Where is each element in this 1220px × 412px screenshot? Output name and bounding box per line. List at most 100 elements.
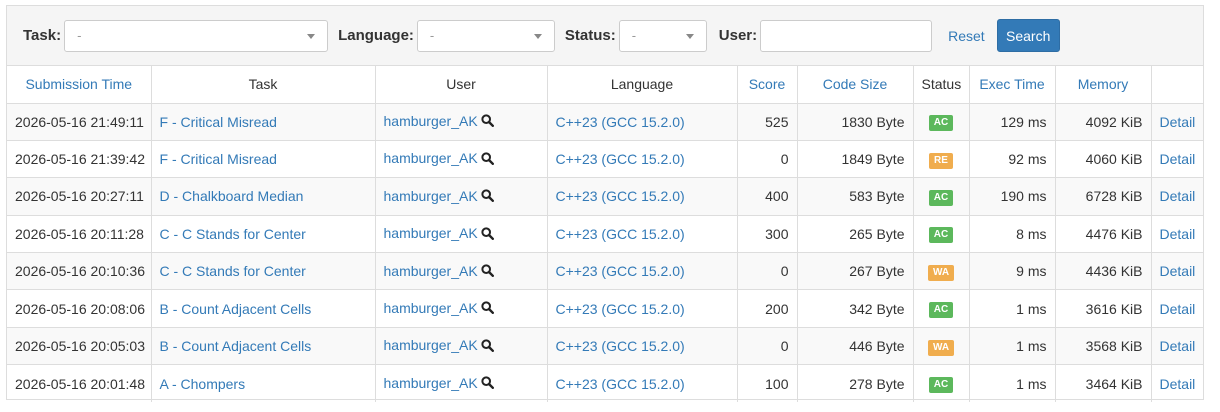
magnifier-icon[interactable]	[481, 339, 494, 355]
status-badge: AC	[928, 227, 954, 244]
col-user: User	[375, 66, 548, 104]
detail-link[interactable]: Detail	[1160, 188, 1196, 204]
col-code-size[interactable]: Code Size	[797, 66, 914, 104]
table-row: 2026-05-16 20:27:11 D - Chalkboard Median…	[7, 177, 1203, 216]
user-link[interactable]: hamburger_AK	[384, 150, 478, 166]
magnifier-icon[interactable]	[481, 226, 494, 243]
status-badge: AC	[928, 377, 954, 394]
magnifier-icon[interactable]	[481, 301, 494, 317]
memory: 4092 KiB	[1055, 103, 1152, 141]
memory: 6728 KiB	[1055, 177, 1152, 216]
score: 0	[737, 327, 798, 366]
user-link[interactable]: hamburger_AK	[384, 188, 478, 204]
status-badge: AC	[928, 302, 954, 319]
user-link[interactable]: hamburger_AK	[384, 300, 478, 316]
reset-link[interactable]: Reset	[948, 28, 985, 44]
detail-link[interactable]: Detail	[1160, 301, 1196, 317]
col-exec-time[interactable]: Exec Time	[969, 66, 1056, 104]
exec-time: 1 ms	[969, 327, 1056, 366]
submission-time: 2026-05-16 21:39:42	[7, 140, 152, 179]
detail-link[interactable]: Detail	[1160, 263, 1196, 279]
language-filter-label: Language:	[338, 27, 414, 44]
exec-time: 9 ms	[969, 252, 1056, 291]
language-link[interactable]: C++23 (GCC 15.2.0)	[556, 263, 685, 279]
task-link[interactable]: F - Critical Misread	[160, 151, 277, 167]
status-badge: WA	[927, 264, 955, 281]
code-size: 1849 Byte	[797, 140, 914, 179]
detail-link[interactable]: Detail	[1160, 226, 1196, 242]
table-row: 2026-05-16 21:39:42 F - Critical Misread h…	[7, 140, 1203, 179]
language-link[interactable]: C++23 (GCC 15.2.0)	[556, 114, 685, 130]
submission-time: 2026-05-16 20:08:06	[7, 289, 152, 328]
language-link[interactable]: C++23 (GCC 15.2.0)	[556, 188, 685, 204]
caret-down-icon	[685, 33, 694, 39]
col-submission-time[interactable]: Submission Time	[7, 66, 152, 104]
search-button[interactable]: Search	[996, 19, 1060, 52]
memory: 3464 KiB	[1055, 364, 1152, 403]
task-link[interactable]: F - Critical Misread	[160, 114, 277, 130]
task-link[interactable]: C - C Stands for Center	[160, 226, 306, 242]
status-badge: WA	[927, 339, 955, 356]
status-filter-value: -	[631, 27, 637, 43]
user-filter-input[interactable]	[760, 19, 933, 52]
language-link[interactable]: C++23 (GCC 15.2.0)	[556, 301, 685, 317]
code-size: 583 Byte	[797, 177, 914, 216]
language-link[interactable]: C++23 (GCC 15.2.0)	[556, 338, 685, 354]
score: 200	[737, 289, 798, 328]
language-filter-select[interactable]: -	[416, 19, 555, 52]
status-filter-select[interactable]: -	[618, 19, 707, 52]
task-link[interactable]: B - Count Adjacent Cells	[160, 338, 312, 354]
user-link[interactable]: hamburger_AK	[384, 337, 478, 353]
task-filter-select[interactable]: -	[64, 19, 329, 52]
exec-time: 8 ms	[969, 215, 1056, 254]
score: 0	[737, 140, 798, 179]
filter-bar: Task: - Language: - Status: - User: Rese…	[7, 6, 1203, 66]
caret-down-icon	[533, 33, 542, 39]
magnifier-icon[interactable]	[481, 152, 494, 168]
exec-time: 190 ms	[969, 177, 1056, 216]
status-badge: AC	[928, 115, 954, 132]
col-score[interactable]: Score	[737, 66, 798, 104]
memory: 3616 KiB	[1055, 289, 1152, 328]
table-row: 2026-05-16 20:10:36 C - C Stands for Cent…	[7, 252, 1203, 291]
user-link[interactable]: hamburger_AK	[384, 263, 478, 279]
memory: 4476 KiB	[1055, 215, 1152, 254]
magnifier-icon[interactable]	[481, 114, 494, 130]
code-size: 265 Byte	[797, 215, 914, 254]
memory: 3568 KiB	[1055, 327, 1152, 366]
user-link[interactable]: hamburger_AK	[384, 113, 478, 129]
score: 300	[737, 215, 798, 254]
detail-link[interactable]: Detail	[1160, 151, 1196, 167]
detail-link[interactable]: Detail	[1160, 114, 1196, 130]
language-link[interactable]: C++23 (GCC 15.2.0)	[556, 151, 685, 167]
code-size: 342 Byte	[797, 289, 914, 328]
user-link[interactable]: hamburger_AK	[384, 375, 478, 391]
task-filter-value: -	[77, 27, 82, 43]
magnifier-icon[interactable]	[481, 376, 494, 392]
table-row: 2026-05-16 20:01:48 A - Chompers hamburger…	[7, 364, 1203, 403]
table-row: 2026-05-16 21:49:11 F - Critical Misread h…	[7, 103, 1203, 141]
language-link[interactable]: C++23 (GCC 15.2.0)	[556, 226, 685, 242]
magnifier-icon[interactable]	[481, 189, 494, 205]
user-link[interactable]: hamburger_AK	[384, 225, 478, 241]
language-filter-value: -	[429, 27, 435, 43]
task-link[interactable]: A - Chompers	[160, 376, 246, 392]
memory: 4060 KiB	[1055, 140, 1152, 179]
magnifier-icon[interactable]	[481, 264, 494, 280]
detail-link[interactable]: Detail	[1160, 376, 1196, 392]
exec-time: 1 ms	[969, 289, 1056, 328]
exec-time: 1 ms	[969, 364, 1056, 403]
col-memory[interactable]: Memory	[1055, 66, 1152, 104]
task-link[interactable]: C - C Stands for Center	[160, 263, 306, 279]
submissions-panel: Task: - Language: - Status: - User: Rese…	[6, 5, 1204, 403]
language-link[interactable]: C++23 (GCC 15.2.0)	[556, 376, 685, 392]
score: 525	[737, 103, 798, 141]
submission-time: 2026-05-16 20:27:11	[7, 177, 152, 216]
code-size: 267 Byte	[797, 252, 914, 291]
detail-link[interactable]: Detail	[1160, 338, 1196, 354]
col-detail	[1151, 66, 1203, 104]
task-link[interactable]: D - Chalkboard Median	[160, 188, 304, 204]
table-row: 2026-05-16 20:05:03 B - Count Adjacent Ce…	[7, 327, 1203, 366]
task-link[interactable]: B - Count Adjacent Cells	[160, 301, 312, 317]
table-row: 2026-05-16 20:08:06 B - Count Adjacent Ce…	[7, 289, 1203, 328]
